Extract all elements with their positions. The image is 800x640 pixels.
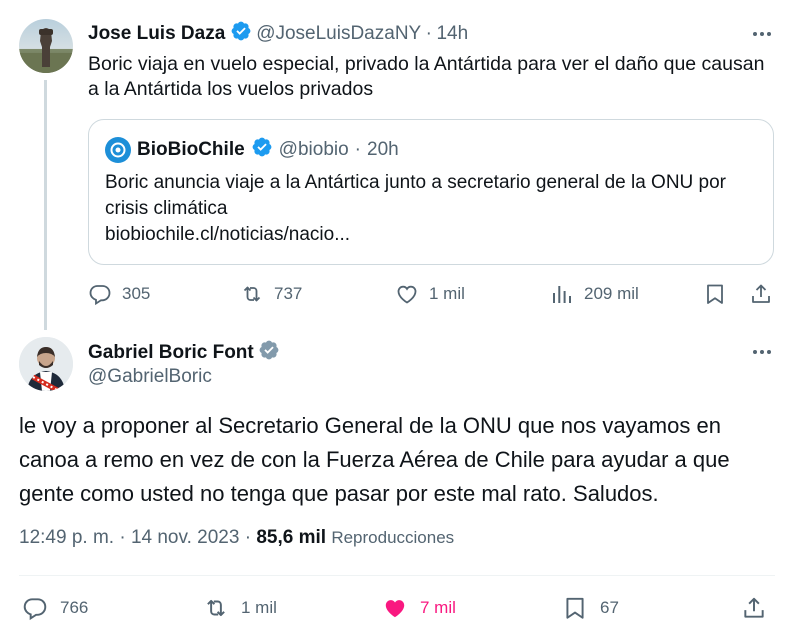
bookmark-count: 67 — [600, 598, 619, 617]
like-icon — [385, 600, 405, 618]
tweet-date[interactable]: 14 nov. 2023 — [131, 527, 239, 548]
avatar-jose-luis-daza[interactable] — [19, 19, 73, 73]
author-handle[interactable]: @GabrielBoric — [88, 366, 212, 388]
repost-icon — [243, 286, 261, 302]
like-icon — [397, 285, 417, 304]
share-icon — [752, 284, 770, 303]
reply-count: 305 — [122, 284, 151, 303]
views-count: 85,6 mil — [256, 527, 327, 548]
verified-badge-icon — [251, 136, 273, 163]
avatar-gabriel-boric[interactable] — [19, 337, 73, 391]
quote-time[interactable]: 20h — [367, 139, 399, 161]
divider — [19, 575, 775, 576]
separator: · — [119, 527, 126, 548]
quote-text-block: Boric anuncia viaje a la Antártica junto… — [105, 170, 765, 248]
separator: · — [244, 527, 252, 548]
author-handle[interactable]: @JoseLuisDazaNY — [256, 23, 421, 44]
author-name[interactable]: Gabriel Boric Font — [88, 342, 254, 363]
tweet-text: le voy a proponer al Secretario General … — [19, 413, 730, 506]
quote-author-handle[interactable]: @biobio — [279, 139, 349, 161]
tweet-time[interactable]: 14h — [436, 23, 468, 44]
like-button[interactable]: 7 mil — [382, 595, 456, 621]
bookmark-icon — [566, 597, 584, 619]
bookmark-button[interactable] — [703, 282, 727, 306]
share-button[interactable] — [749, 282, 773, 306]
reply-button[interactable]: 766 — [22, 595, 88, 621]
views-count: 209 mil — [584, 284, 639, 303]
like-button[interactable]: 1 mil — [395, 282, 465, 306]
repost-button[interactable]: 737 — [240, 282, 302, 306]
separator: · — [425, 23, 432, 44]
tweet1-header: Jose Luis Daza @JoseLuisDazaNY · 14h — [88, 20, 468, 47]
quoted-tweet-card[interactable]: BioBioChile @biobio · 20h Boric anuncia … — [88, 119, 774, 265]
like-count: 7 mil — [420, 598, 456, 617]
reply-button[interactable]: 305 — [88, 282, 150, 306]
quote-author-name[interactable]: BioBioChile — [137, 139, 245, 161]
views-icon — [553, 286, 571, 303]
author-name[interactable]: Jose Luis Daza — [88, 23, 225, 44]
quote-text: Boric anuncia viaje a la Antártica junto… — [105, 172, 727, 219]
tweet-time[interactable]: 12:49 p. m. — [19, 527, 114, 548]
repost-icon — [207, 599, 225, 617]
quote-link[interactable]: biobiochile.cl/noticias/nacio... — [105, 222, 765, 248]
quote-header: BioBioChile @biobio · 20h — [105, 136, 399, 163]
views-button[interactable]: 209 mil — [550, 282, 639, 306]
share-icon — [744, 597, 764, 618]
bookmark-icon — [707, 284, 723, 304]
gray-verified-badge-icon — [258, 339, 280, 366]
views-label: Reproducciones — [331, 528, 455, 547]
repost-count: 1 mil — [241, 598, 277, 617]
thread-connector-line — [44, 80, 47, 330]
biobio-logo-icon — [105, 136, 131, 163]
verified-badge-icon — [230, 20, 252, 47]
tweet-meta: 12:49 p. m. · 14 nov. 2023 · 85,6 mil Re… — [19, 527, 454, 549]
bookmark-button[interactable]: 67 — [562, 595, 619, 621]
separator: · — [354, 138, 361, 160]
tweet2-header: Gabriel Boric Font — [88, 339, 280, 366]
reply-icon — [23, 598, 47, 621]
share-button[interactable] — [741, 595, 767, 621]
more-icon[interactable] — [750, 340, 774, 364]
more-icon[interactable] — [750, 22, 774, 46]
reply-count: 766 — [60, 598, 89, 617]
like-count: 1 mil — [429, 284, 465, 303]
reply-icon — [89, 285, 111, 306]
tweet-text: Boric viaja en vuelo especial, privado l… — [88, 53, 765, 100]
repost-button[interactable]: 1 mil — [203, 595, 277, 621]
repost-count: 737 — [274, 284, 303, 303]
